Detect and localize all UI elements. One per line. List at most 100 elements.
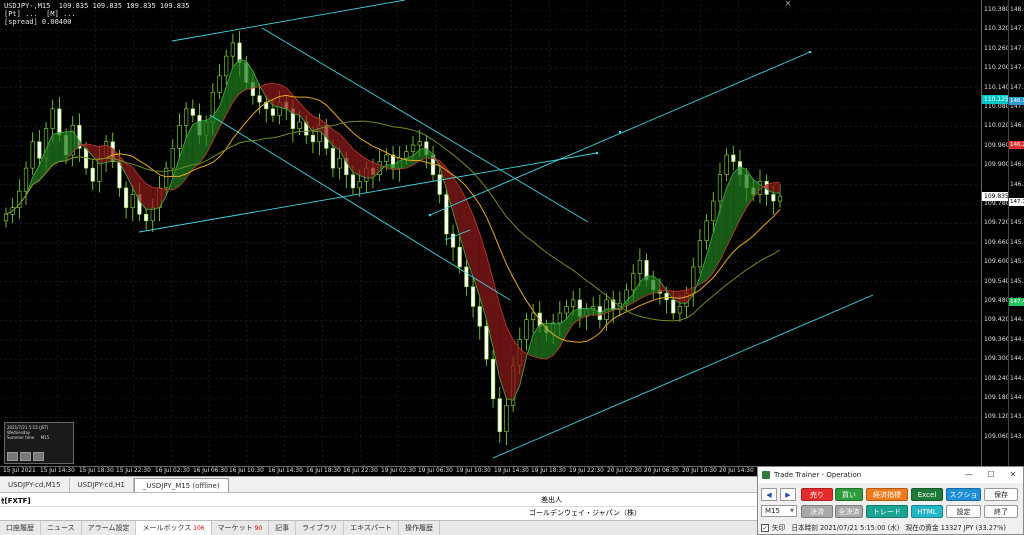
time-tick-label: 19 Jul 22:30 [569, 468, 604, 474]
timeframe-value: M15 [765, 507, 780, 515]
secondary-price-tag: 146.1 [1009, 97, 1024, 105]
chevron-down-icon: ▼ [790, 508, 794, 514]
chart-close-icon[interactable]: × [783, 0, 793, 10]
time-tick-label: 20 Jul 06:30 [644, 468, 679, 474]
ma-ribbon-segment [473, 215, 480, 297]
minimize-icon[interactable]: — [962, 469, 976, 481]
candle-up [504, 404, 509, 432]
sender-column-header[interactable]: 差出人 [541, 495, 562, 505]
candle-down [484, 325, 489, 360]
ma-ribbon-segment [272, 83, 280, 108]
chart-canvas[interactable] [0, 0, 981, 466]
terminal-tab[interactable]: 記事 [269, 521, 297, 535]
ma-ribbon-segment [92, 145, 100, 164]
html-button[interactable]: HTML [911, 505, 943, 518]
terminal-tab[interactable]: 操作履歴 [399, 521, 440, 535]
buy-button[interactable]: 買い [835, 488, 863, 501]
price-axis[interactable]: 110.380 110.320 110.260 110.200 110.140 110.0… [981, 0, 1010, 466]
save-button[interactable]: 保存 [984, 488, 1018, 501]
trade-button[interactable]: トレード [866, 505, 908, 518]
exit-button[interactable]: 終了 [984, 505, 1018, 518]
candle-up [410, 144, 416, 152]
candle-up [230, 42, 235, 57]
mail-row[interactable]: ゴールデンウェイ・ジャパン（株） [0, 507, 757, 519]
terminal-tab-count: 106 [191, 525, 205, 532]
close-icon[interactable]: ✕ [1006, 469, 1020, 481]
secondary-price-axis: 148.0147.8147.6147.4147.2147.0146.8146.6… [1008, 0, 1024, 466]
replay-mini-window[interactable]: 2021/7/21 5:15 (JST) Wednesday Summer ti… [4, 422, 74, 464]
chart-tab-h1[interactable]: USDJPY-cd,H1 [70, 478, 134, 492]
replay-forward-icon[interactable] [33, 452, 44, 461]
ma-ribbon-segment [239, 59, 247, 94]
maximize-icon[interactable]: ☐ [984, 469, 998, 481]
price-chart[interactable]: USDJPY-,M15 109.835 109.835 109.835 109.… [0, 0, 981, 466]
arrow-checkbox[interactable]: ✓ [761, 524, 769, 532]
timeframe-select[interactable]: M15 ▼ [761, 505, 797, 517]
chart-tab-m15[interactable]: USDJPY-cd,M15 [0, 478, 70, 492]
time-tick-label: 19 Jul 10:30 [456, 468, 491, 474]
replay-back-icon[interactable] [7, 452, 18, 461]
funds-value: 13327 JPY (33.27%) [940, 524, 1006, 532]
candle-up [571, 299, 576, 307]
candle-down [124, 187, 129, 208]
chart-tab-offline[interactable]: _USDJPY_M15 (offline) [133, 478, 229, 492]
time-tick-label: 15 Jul 22:30 [116, 468, 151, 474]
next-bar-button[interactable]: ▶ [780, 488, 796, 501]
price-tick-label: 109.960 [984, 141, 1010, 149]
trendline [171, 0, 406, 42]
price-tick-label: 110.380 [984, 6, 1010, 13]
terminal-tab-label: 口座履歴 [6, 524, 34, 532]
line-price-tag: 110.125 [982, 95, 1009, 104]
terminal-tab-label: 記事 [275, 524, 290, 532]
jst-label: 日本時刻 [791, 524, 818, 532]
prev-bar-button[interactable]: ◀ [761, 488, 777, 501]
replay-datetime: 2021/7/21 5:15 (JST) Wednesday Summer ti… [7, 425, 50, 440]
candle-up [531, 312, 536, 320]
terminal-tab[interactable]: エキスパート [344, 521, 399, 535]
terminal-tab[interactable]: メールボックス 106 [136, 521, 212, 535]
terminal-tab-label: ニュース [47, 524, 75, 532]
secondary-tick-label: 144.0 [1010, 394, 1024, 401]
trendline-anchor [428, 213, 432, 217]
secondary-tick-label: 145.8 [1010, 219, 1024, 227]
ma-ribbon-segment [199, 120, 207, 164]
price-tick-label: 109.300 [984, 355, 1010, 363]
settle-button[interactable]: 決済 [801, 505, 833, 518]
replay-play-icon[interactable] [20, 452, 31, 461]
candle-up [224, 55, 229, 77]
trainer-status-bar: ✓ 矢印 日本時刻 2021/07/21 5:15:00 (水) 現在の資金 13… [761, 522, 1021, 534]
candle-up [524, 319, 529, 340]
terminal-tab[interactable]: マーケット 90 [212, 521, 270, 535]
ma-ribbon-segment [292, 94, 300, 116]
candle-up [357, 180, 362, 189]
sell-button[interactable]: 売り [801, 488, 833, 501]
time-tick-label: 16 Jul 10:30 [229, 468, 264, 474]
trainer-titlebar[interactable]: Trade Trainer - Operation — ☐ ✕ [758, 467, 1023, 483]
trendline-anchor [618, 130, 622, 134]
terminal-tab[interactable]: ライブラリ [296, 521, 345, 535]
candle-down [477, 306, 482, 327]
ma-ribbon-segment [466, 199, 474, 277]
ma-yellow-line [5, 94, 781, 343]
candle-down [37, 141, 42, 159]
ma-ribbon-segment [733, 166, 740, 234]
excel-button[interactable]: Excel [911, 488, 943, 501]
price-tick-label: 109.240 [984, 374, 1010, 382]
secondary-tick-label: 146.8 [1010, 122, 1024, 130]
price-tick-label: 109.120 [984, 413, 1010, 421]
candle-down [490, 358, 496, 400]
screenshot-button[interactable]: スクショ [946, 488, 981, 501]
terminal-tab[interactable]: アラーム設定 [82, 521, 137, 535]
ma-ribbon-segment [372, 162, 380, 178]
terminal-tab-label: 操作履歴 [404, 524, 433, 532]
candle-up [777, 195, 783, 202]
terminal-tab[interactable]: ニュース [41, 521, 82, 535]
price-tick-label: 109.060 [984, 432, 1010, 440]
settings-button[interactable]: 設定 [946, 505, 981, 518]
terminal-tab[interactable]: 口座履歴 [0, 521, 41, 535]
secondary-tick-label: 143.6 [1010, 432, 1024, 440]
settle-all-button[interactable]: 全決済 [835, 505, 863, 518]
economic-indicators-button[interactable]: 経済指標 [866, 488, 908, 501]
ma-ribbon-segment [152, 187, 160, 210]
price-tick-label: 109.540 [984, 277, 1010, 285]
